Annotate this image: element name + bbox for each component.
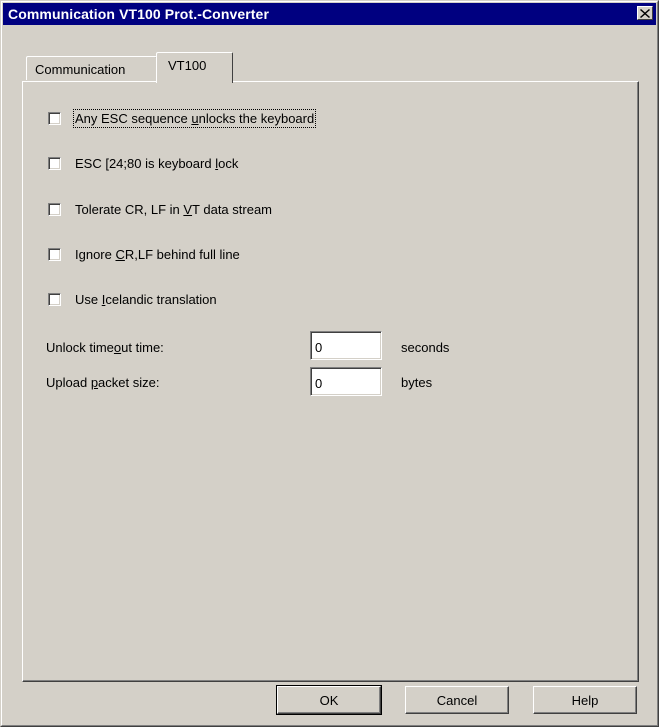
help-button[interactable]: Help bbox=[533, 686, 637, 714]
upload-packet-size-input[interactable] bbox=[310, 367, 382, 396]
tab-communication[interactable]: Communication bbox=[26, 56, 157, 80]
label-text: Any ESC sequence bbox=[75, 111, 192, 126]
label-text: Use bbox=[75, 292, 102, 307]
mnemonic: p bbox=[90, 375, 99, 390]
help-button-label: Help bbox=[571, 692, 599, 708]
upload-packet-size-label: Upload packet size: bbox=[46, 375, 159, 390]
mnemonic: u bbox=[191, 111, 199, 126]
checkbox-tolerate-crlf[interactable] bbox=[48, 203, 61, 216]
option-tolerate-crlf-label: Tolerate CR, LF in VT data stream bbox=[75, 202, 272, 217]
label-text: celandic translation bbox=[105, 292, 217, 307]
unlock-timeout-input[interactable] bbox=[310, 331, 382, 360]
tab-communication-label: Communication bbox=[35, 62, 126, 77]
checkbox-icelandic-translation[interactable] bbox=[48, 293, 61, 306]
label-text: Upload bbox=[46, 375, 91, 390]
label-text: Ignore bbox=[75, 247, 116, 262]
cancel-button-label: Cancel bbox=[436, 692, 478, 708]
checkbox-ignore-crlf[interactable] bbox=[48, 248, 61, 261]
label-text: ock bbox=[218, 156, 239, 171]
title-bar[interactable]: Communication VT100 Prot.-Converter bbox=[3, 3, 656, 25]
label-text: acket size: bbox=[98, 375, 160, 390]
option-esc-keyboard-lock-label: ESC [24;80 is keyboard lock bbox=[75, 156, 238, 171]
label-text: Unlock time bbox=[46, 340, 114, 355]
tab-vt100[interactable]: VT100 bbox=[156, 52, 233, 83]
close-icon bbox=[640, 8, 650, 18]
option-esc-unlocks-keyboard-label: Any ESC sequence unlocks the keyboard bbox=[72, 109, 317, 128]
ok-button-label: OK bbox=[319, 692, 339, 708]
label-text: nlocks the keyboard bbox=[198, 111, 315, 126]
checkbox-esc-unlocks-keyboard[interactable] bbox=[48, 112, 61, 125]
label-text: T data stream bbox=[192, 202, 273, 217]
option-ignore-crlf-label: Ignore CR,LF behind full line bbox=[75, 247, 240, 262]
label-text: ut time: bbox=[121, 340, 164, 355]
label-text: ESC [24;80 is keyboard bbox=[75, 156, 216, 171]
unlock-timeout-label: Unlock timeout time: bbox=[46, 340, 164, 355]
cancel-button[interactable]: Cancel bbox=[405, 686, 509, 714]
checkbox-esc-keyboard-lock[interactable] bbox=[48, 157, 61, 170]
option-icelandic-translation-label: Use Icelandic translation bbox=[75, 292, 217, 307]
dialog-window: Communication VT100 Prot.-Converter Comm… bbox=[0, 0, 659, 727]
unlock-timeout-unit: seconds bbox=[401, 340, 450, 355]
ok-button[interactable]: OK bbox=[276, 685, 382, 715]
mnemonic: V bbox=[183, 202, 193, 217]
tab-vt100-label: VT100 bbox=[168, 58, 207, 73]
close-button[interactable] bbox=[637, 6, 653, 20]
label-text: Tolerate CR, LF in bbox=[75, 202, 184, 217]
mnemonic: C bbox=[115, 247, 125, 262]
label-text: R,LF behind full line bbox=[124, 247, 240, 262]
window-title: Communication VT100 Prot.-Converter bbox=[8, 6, 269, 22]
upload-packet-size-unit: bytes bbox=[401, 375, 433, 390]
